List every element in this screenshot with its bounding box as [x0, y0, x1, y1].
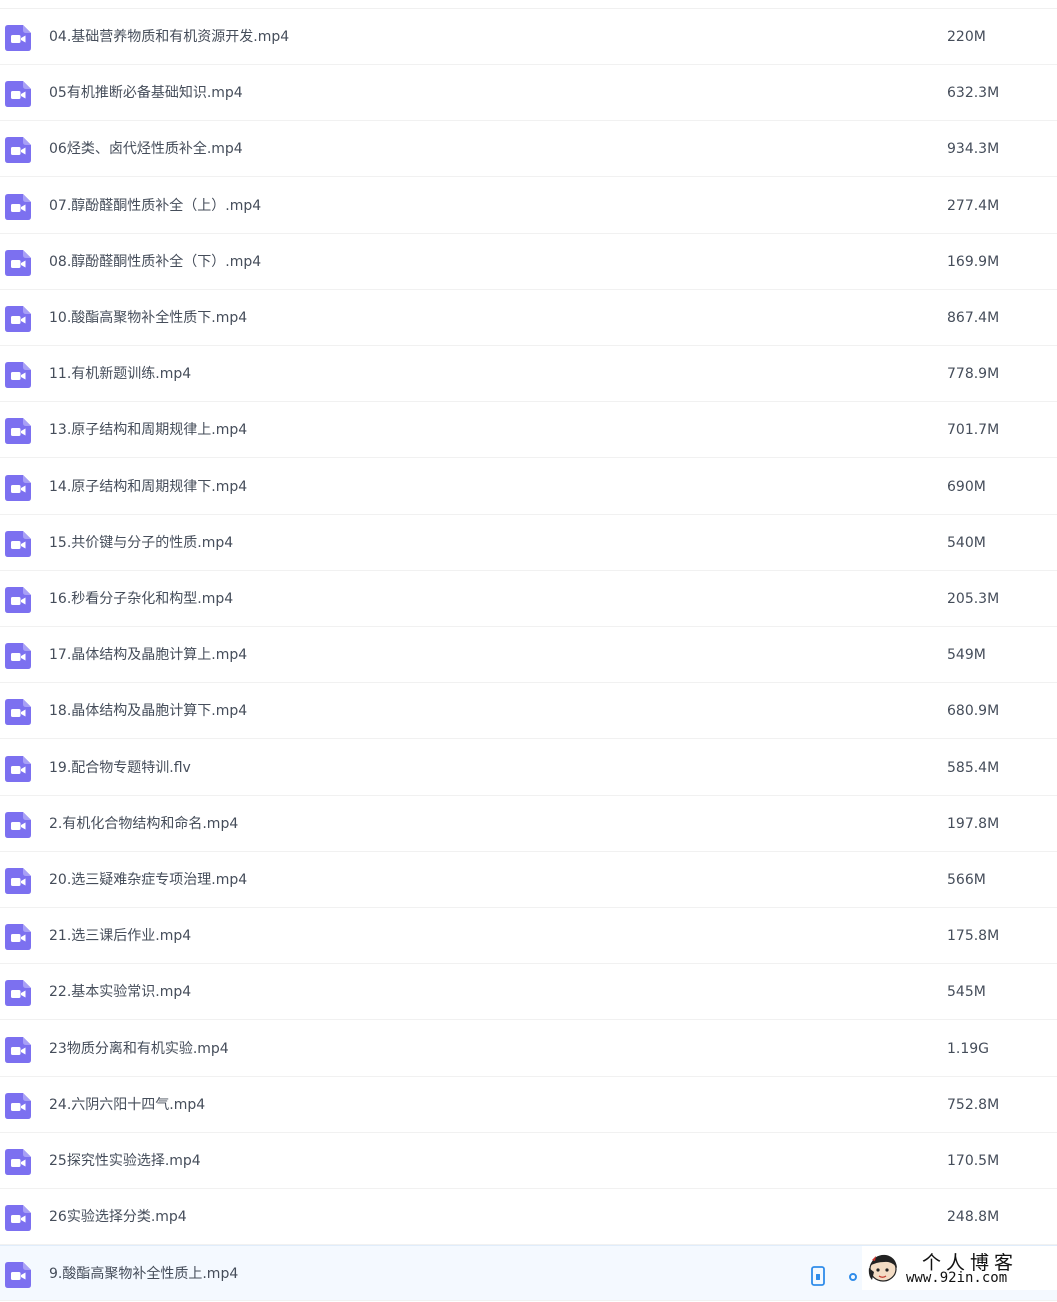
video-file-icon — [5, 306, 31, 332]
file-size: 169.9M — [947, 253, 1000, 270]
file-name[interactable]: 24.六阴六阳十四气.mp4 — [49, 1077, 205, 1133]
file-size: 867.4M — [947, 310, 1000, 326]
file-size: 197.8M — [947, 815, 1000, 832]
file-row[interactable]: 04.基础营养物质和有机资源开发.mp4 220M — [0, 9, 1057, 65]
file-row[interactable]: 05有机推断必备基础知识.mp4 632.3M — [0, 65, 1057, 122]
avatar-icon — [868, 1254, 897, 1282]
file-size: 934.3M — [947, 141, 1000, 158]
file-size: 690M — [947, 478, 986, 495]
file-row[interactable]: 14.原子结构和周期规律下.mp4 690M — [0, 458, 1057, 515]
file-row[interactable]: 26实验选择分类.mp4 248.8M — [0, 1189, 1057, 1246]
video-file-icon — [5, 249, 31, 276]
file-name[interactable]: 06烃类、卤代烃性质补全.mp4 — [49, 121, 243, 177]
video-file-icon — [5, 25, 31, 51]
file-name[interactable]: 23物质分离和有机实验.mp4 — [49, 1021, 229, 1077]
file-name[interactable]: 13.原子结构和周期规律上.mp4 — [49, 402, 247, 458]
file-row[interactable]: 15.共价键与分子的性质.mp4 540M — [0, 514, 1057, 571]
video-file-icon — [5, 474, 31, 501]
video-file-icon — [5, 755, 31, 782]
video-file-icon — [5, 81, 31, 108]
file-name[interactable]: 16.秒看分子杂化和构型.mp4 — [49, 571, 233, 627]
watermark: 个人博客 www.92in.com — [862, 1246, 1057, 1290]
video-file-icon — [5, 811, 31, 838]
file-name[interactable]: 08.醇酚醛酮性质补全（下）.mp4 — [49, 234, 261, 290]
file-row[interactable]: 2.有机化合物结构和命名.mp4 197.8M — [0, 795, 1057, 852]
video-file-icon — [5, 418, 31, 445]
video-file-icon — [5, 137, 31, 164]
file-size: 701.7M — [947, 422, 1000, 439]
file-row[interactable]: 10.酸酯高聚物补全性质下.mp4 867.4M — [0, 290, 1057, 346]
file-row[interactable]: 19.配合物专题特训.flv 585.4M — [0, 739, 1057, 796]
file-row[interactable]: 08.醇酚醛酮性质补全（下）.mp4 169.9M — [0, 233, 1057, 290]
file-name[interactable]: 21.选三课后作业.mp4 — [49, 908, 191, 964]
share-icon[interactable] — [848, 1270, 860, 1282]
file-row[interactable]: 22.基本实验常识.mp4 545M — [0, 964, 1057, 1021]
file-size: 205.3M — [947, 591, 1000, 607]
file-size: 632.3M — [947, 85, 1000, 102]
file-size: 170.5M — [947, 1153, 1000, 1169]
file-row[interactable]: 17.晶体结构及晶胞计算上.mp4 549M — [0, 627, 1057, 684]
file-row[interactable]: 24.六阴六阳十四气.mp4 752.8M — [0, 1076, 1057, 1133]
file-name[interactable]: 17.晶体结构及晶胞计算上.mp4 — [49, 627, 247, 683]
file-row[interactable]: 06烃类、卤代烃性质补全.mp4 934.3M — [0, 121, 1057, 178]
file-row[interactable]: 11.有机新题训练.mp4 778.9M — [0, 346, 1057, 403]
file-name[interactable]: 10.酸酯高聚物补全性质下.mp4 — [49, 290, 247, 346]
video-file-icon — [5, 1036, 31, 1063]
video-file-icon — [5, 1205, 31, 1232]
file-size: 1.19G — [947, 1040, 990, 1057]
file-size: 680.9M — [947, 703, 1000, 720]
file-name[interactable]: 22.基本实验常识.mp4 — [49, 964, 191, 1020]
file-size: 175.8M — [947, 928, 1000, 945]
file-row[interactable]: 25探究性实验选择.mp4 170.5M — [0, 1133, 1057, 1189]
file-size: 545M — [947, 984, 986, 1001]
file-size: 248.8M — [947, 1209, 1000, 1226]
row-actions — [808, 1266, 868, 1287]
file-name[interactable]: 2.有机化合物结构和命名.mp4 — [49, 796, 238, 852]
file-size: 566M — [947, 872, 986, 888]
video-file-icon — [5, 1262, 31, 1289]
file-size: 778.9M — [947, 366, 1000, 383]
video-file-icon — [5, 1149, 31, 1175]
file-name[interactable]: 11.有机新题训练.mp4 — [49, 346, 191, 402]
file-size: 585.4M — [947, 759, 1000, 776]
video-file-icon — [5, 1092, 31, 1119]
file-name[interactable]: 25探究性实验选择.mp4 — [49, 1133, 201, 1189]
video-file-icon — [5, 193, 31, 220]
file-name[interactable]: 04.基础营养物质和有机资源开发.mp4 — [49, 9, 289, 65]
file-name[interactable]: 26实验选择分类.mp4 — [49, 1189, 187, 1245]
file-row[interactable]: 23物质分离和有机实验.mp4 1.19G — [0, 1020, 1057, 1077]
file-row[interactable]: 16.秒看分子杂化和构型.mp4 205.3M — [0, 571, 1057, 627]
video-file-icon — [5, 643, 31, 670]
phone-icon[interactable] — [808, 1266, 828, 1287]
file-name[interactable]: 9.酸酯高聚物补全性质上.mp4 — [49, 1246, 238, 1302]
file-name[interactable]: 07.醇酚醛酮性质补全（上）.mp4 — [49, 178, 261, 234]
file-row[interactable]: 18.晶体结构及晶胞计算下.mp4 680.9M — [0, 683, 1057, 740]
file-name[interactable]: 15.共价键与分子的性质.mp4 — [49, 515, 233, 571]
file-name[interactable]: 19.配合物专题特训.flv — [49, 740, 191, 796]
video-file-icon — [5, 530, 31, 557]
file-row[interactable]: 07.醇酚醛酮性质补全（上）.mp4 277.4M — [0, 177, 1057, 234]
video-file-icon — [5, 868, 31, 894]
file-name[interactable]: 05有机推断必备基础知识.mp4 — [49, 65, 243, 121]
file-size: 549M — [947, 647, 986, 664]
file-size: 277.4M — [947, 197, 1000, 214]
watermark-url: www.92in.com — [906, 1270, 1008, 1286]
video-file-icon — [5, 587, 31, 613]
file-row[interactable]: 13.原子结构和周期规律上.mp4 701.7M — [0, 402, 1057, 459]
file-name[interactable]: 20.选三疑难杂症专项治理.mp4 — [49, 852, 247, 908]
file-size: 220M — [947, 29, 986, 45]
file-size: 540M — [947, 534, 986, 551]
video-file-icon — [5, 980, 31, 1007]
file-row[interactable]: 20.选三疑难杂症专项治理.mp4 566M — [0, 852, 1057, 908]
file-name[interactable]: 14.原子结构和周期规律下.mp4 — [49, 459, 247, 515]
file-size: 752.8M — [947, 1096, 1000, 1113]
file-row[interactable]: 21.选三课后作业.mp4 175.8M — [0, 908, 1057, 965]
video-file-icon — [5, 924, 31, 951]
video-file-icon — [5, 362, 31, 389]
video-file-icon — [5, 699, 31, 726]
file-name[interactable]: 18.晶体结构及晶胞计算下.mp4 — [49, 683, 247, 739]
